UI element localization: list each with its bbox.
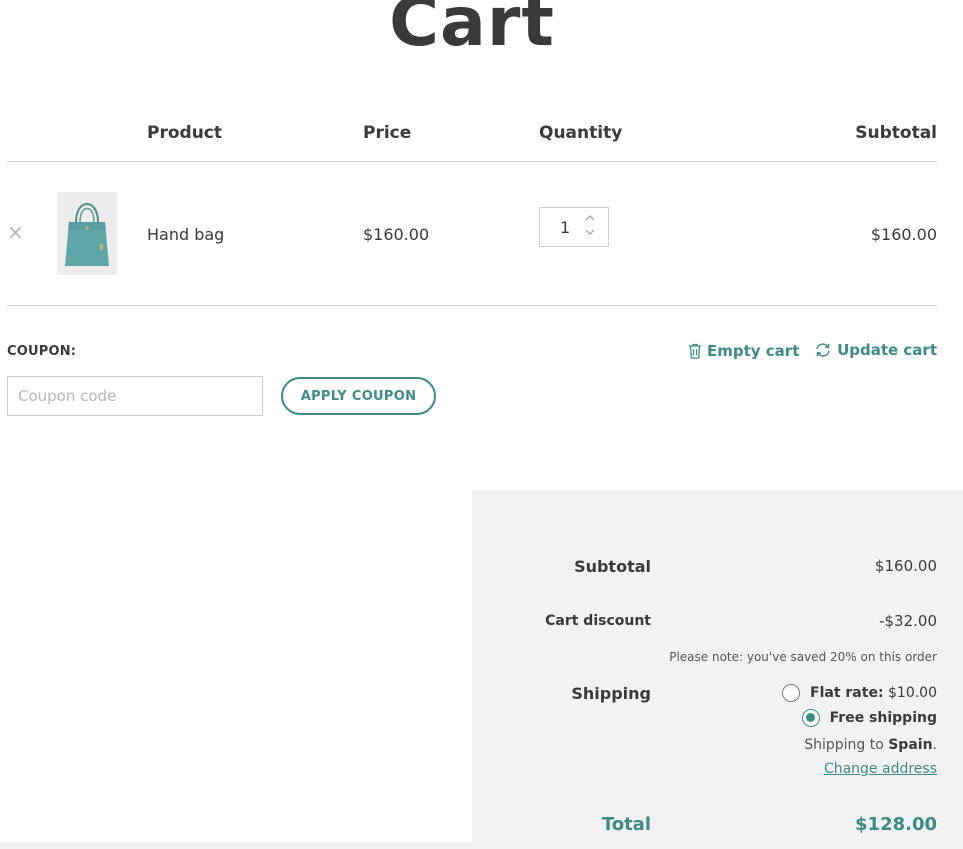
quantity-value[interactable]: 1	[560, 218, 570, 237]
chevron-up-icon[interactable]	[584, 214, 596, 224]
flat-rate-radio[interactable]	[782, 684, 801, 702]
product-name-link[interactable]: Hand bag	[147, 225, 224, 244]
hand-bag-icon	[57, 192, 117, 275]
column-header-quantity: Quantity	[539, 123, 623, 143]
shipping-option-free[interactable]: Free shipping	[801, 709, 937, 727]
cart-discount-value: -$32.00	[879, 612, 937, 630]
footer-strip	[0, 842, 472, 849]
apply-coupon-button[interactable]: APPLY COUPON	[281, 377, 436, 415]
total-value: $128.00	[855, 814, 937, 835]
product-thumbnail[interactable]	[57, 192, 117, 275]
shipping-option-flat-rate[interactable]: Flat rate: $10.00	[782, 684, 937, 702]
totals-subtotal-value: $160.00	[874, 557, 937, 575]
cart-table: Product Price Quantity Subtotal × Hand b…	[7, 110, 937, 306]
cart-item-row: × Hand bag $160.00 1 $160.00	[7, 162, 937, 306]
empty-cart-label: Empty cart	[707, 342, 800, 360]
update-cart-label: Update cart	[837, 341, 937, 359]
remove-item-icon[interactable]: ×	[7, 222, 24, 242]
shipping-to-suffix: .	[932, 737, 937, 753]
column-header-price: Price	[363, 123, 412, 143]
quantity-stepper[interactable]: 1	[539, 207, 609, 247]
column-header-subtotal: Subtotal	[855, 123, 937, 143]
change-address-link[interactable]: Change address	[824, 761, 937, 777]
shipping-to-prefix: Shipping to	[804, 737, 884, 753]
flat-rate-price: $10.00	[888, 685, 937, 701]
coupon-code-input[interactable]	[7, 376, 263, 416]
cart-table-header: Product Price Quantity Subtotal	[7, 110, 937, 162]
shipping-label: Shipping	[571, 684, 651, 703]
empty-cart-button[interactable]: Empty cart	[688, 342, 799, 360]
product-price: $160.00	[363, 225, 430, 244]
cart-discount-label: Cart discount	[545, 613, 651, 629]
totals-subtotal-label: Subtotal	[574, 557, 651, 576]
update-cart-button[interactable]: Update cart	[814, 341, 937, 359]
trash-icon	[688, 343, 702, 359]
cart-totals-panel: Subtotal $160.00 Cart discount -$32.00 P…	[472, 490, 963, 849]
shipping-country: Spain	[888, 737, 933, 753]
total-label: Total	[601, 814, 651, 835]
free-shipping-radio[interactable]	[801, 709, 820, 727]
chevron-down-icon[interactable]	[584, 228, 596, 238]
flat-rate-name: Flat rate:	[810, 685, 884, 701]
discount-note: Please note: you've saved 20% on this or…	[669, 650, 937, 664]
product-subtotal: $160.00	[870, 225, 937, 244]
page-title: Cart	[389, 0, 555, 62]
coupon-label: COUPON:	[7, 344, 77, 359]
column-header-product: Product	[147, 123, 222, 143]
shipping-destination: Shipping to Spain.	[804, 737, 937, 753]
free-shipping-name: Free shipping	[829, 710, 937, 726]
refresh-icon	[814, 342, 832, 358]
